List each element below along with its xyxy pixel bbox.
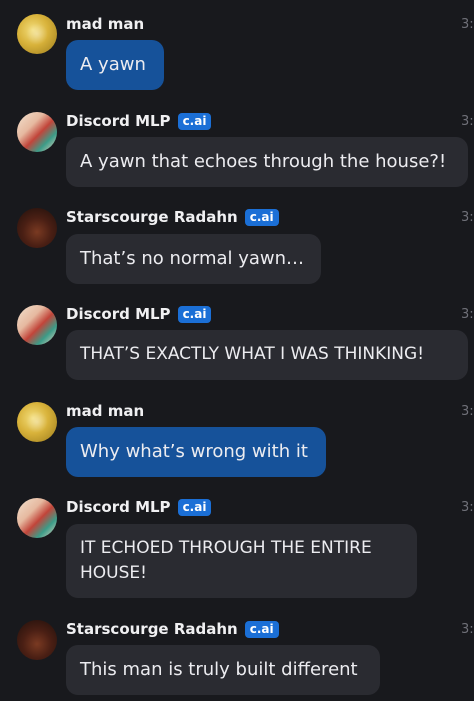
avatar[interactable] [17,14,57,54]
message-bubble[interactable]: A yawn [66,40,164,90]
timestamp: 3: [461,210,474,225]
avatar[interactable] [17,208,57,248]
avatar[interactable] [17,402,57,442]
message-bubble[interactable]: That’s no normal yawn… [66,234,321,284]
message-bubble[interactable]: This man is truly built different [66,645,380,695]
author-name[interactable]: Starscourge Radahn c.ai [66,208,279,226]
author-name[interactable]: mad man [66,15,144,33]
message-bubble[interactable]: A yawn that echoes through the house?! [66,137,468,187]
message-bubble[interactable]: IT ECHOED THROUGH THE ENTIRE HOUSE! [66,524,417,598]
author-name[interactable]: mad man [66,402,144,420]
timestamp: 3: [461,622,474,637]
timestamp: 3: [461,500,474,515]
timestamp: 3: [461,114,474,129]
avatar[interactable] [17,620,57,660]
avatar[interactable] [17,305,57,345]
author-name[interactable]: Discord MLP c.ai [66,112,212,130]
timestamp: 3: [461,17,474,32]
character-ai-badge: c.ai [244,621,279,638]
character-ai-badge: c.ai [177,306,212,323]
timestamp: 3: [461,404,474,419]
author-name[interactable]: Discord MLP c.ai [66,498,212,516]
avatar[interactable] [17,498,57,538]
avatar[interactable] [17,112,57,152]
timestamp: 3: [461,307,474,322]
character-ai-badge: c.ai [177,113,212,130]
author-name[interactable]: Discord MLP c.ai [66,305,212,323]
message-bubble[interactable]: Why what’s wrong with it [66,427,326,477]
character-ai-badge: c.ai [244,209,279,226]
character-ai-badge: c.ai [177,499,212,516]
message-bubble[interactable]: THAT’S EXACTLY WHAT I WAS THINKING! [66,330,468,380]
author-name[interactable]: Starscourge Radahn c.ai [66,620,279,638]
